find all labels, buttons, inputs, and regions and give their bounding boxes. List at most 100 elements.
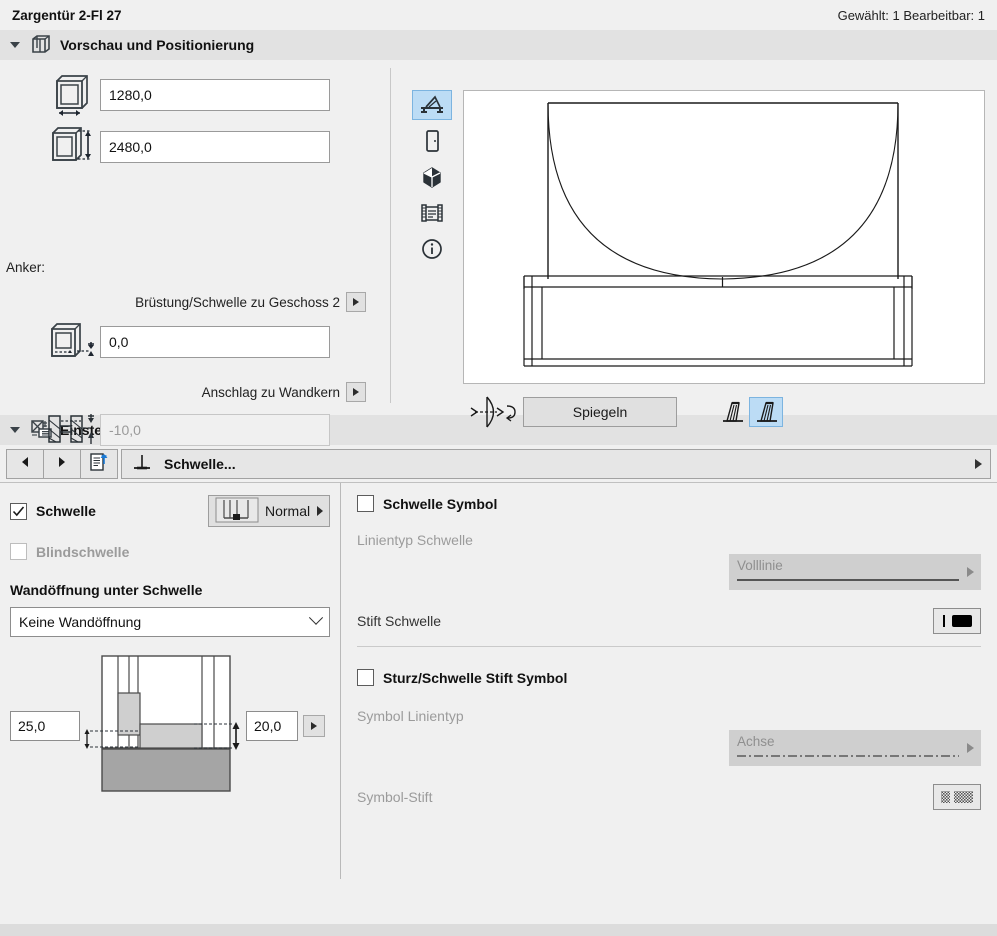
flip-horizontal-icon[interactable] bbox=[463, 394, 523, 430]
chevron-right-icon[interactable] bbox=[967, 743, 974, 753]
mirror-button-label: Spiegeln bbox=[572, 404, 628, 420]
symbol-line-type-label: Symbol Linientyp bbox=[357, 708, 464, 724]
sill-label: Brüstung/Schwelle zu Geschoss 2 bbox=[135, 294, 340, 310]
symbol-line-type-value: Achse bbox=[737, 734, 775, 749]
symbol-pen-swatch-button[interactable] bbox=[933, 784, 981, 810]
left-dimension-input[interactable]: 25,0 bbox=[10, 710, 80, 741]
line-type-label: Linientyp Schwelle bbox=[357, 532, 473, 548]
sill-value: 0,0 bbox=[109, 334, 129, 350]
prev-page-button[interactable] bbox=[6, 448, 44, 479]
wall-opening-value: Keine Wandöffnung bbox=[19, 614, 142, 630]
left-dimension-value: 25,0 bbox=[18, 717, 46, 734]
symbol-pen-checkbox-row[interactable]: Sturz/Schwelle Stift Symbol bbox=[357, 669, 981, 686]
arrow-right-icon bbox=[55, 455, 69, 472]
pen-swatch-button[interactable] bbox=[933, 608, 981, 634]
mirror-button[interactable]: Spiegeln bbox=[523, 397, 677, 427]
reveal-label: Anschlag zu Wandkern bbox=[201, 384, 340, 400]
wall-opening-title: Wandöffnung unter Schwelle bbox=[10, 582, 203, 598]
next-page-button[interactable] bbox=[43, 448, 81, 479]
selection-status: Gewählt: 1 Bearbeitbar: 1 bbox=[837, 7, 985, 23]
symbol-pen-label-title: Sturz/Schwelle Stift Symbol bbox=[383, 669, 568, 686]
anchor-label: Anker: bbox=[6, 260, 46, 275]
threshold-checkbox-row[interactable]: Schwelle bbox=[10, 502, 96, 520]
pen-label: Stift Schwelle bbox=[357, 613, 442, 629]
sill-options-button[interactable] bbox=[346, 292, 366, 312]
wall-opening-diagram bbox=[84, 653, 244, 798]
blind-threshold-checkbox-row[interactable]: Blindschwelle bbox=[10, 543, 330, 560]
door-height-input[interactable]: 2480,0 bbox=[100, 131, 330, 163]
wall-opening-select[interactable]: Keine Wandöffnung bbox=[10, 607, 330, 637]
threshold-symbol-pane: Schwelle Symbol Linientyp Schwelle Volll… bbox=[341, 483, 997, 879]
3d-view-icon[interactable] bbox=[412, 162, 452, 192]
threshold-icon bbox=[130, 452, 154, 475]
section-divider bbox=[357, 646, 981, 647]
threshold-options-pane: Schwelle Normal Blindschwelle Wandöffnun… bbox=[0, 483, 340, 879]
door-height-row: 2480,0 bbox=[44, 125, 330, 169]
line-type-select[interactable]: Volllinie bbox=[729, 554, 981, 590]
symbol-pen-checkbox[interactable] bbox=[357, 669, 374, 686]
threshold-label: Schwelle bbox=[36, 503, 96, 519]
settings-page-label: Schwelle... bbox=[164, 455, 236, 472]
preview-footer-toolbar: Spiegeln bbox=[463, 394, 985, 430]
threshold-checkbox[interactable] bbox=[10, 502, 27, 520]
arrow-right-icon[interactable] bbox=[975, 458, 982, 469]
preview-section-header[interactable]: Vorschau und Positionierung bbox=[0, 30, 997, 60]
right-dimension-options-button[interactable] bbox=[303, 714, 325, 737]
info-view-icon[interactable] bbox=[412, 234, 452, 264]
threshold-profile-icon bbox=[215, 497, 259, 526]
book-shelf-icon bbox=[30, 34, 52, 57]
threshold-symbol-checkbox-row[interactable]: Schwelle Symbol bbox=[357, 495, 981, 512]
page-title: Zargentür 2-Fl 27 bbox=[12, 7, 122, 23]
reveal-options-button[interactable] bbox=[346, 382, 366, 402]
threshold-type-label: Normal bbox=[265, 503, 311, 519]
door-width-icon bbox=[44, 73, 100, 117]
preview-section-title: Vorschau und Positionierung bbox=[60, 37, 255, 53]
blind-threshold-label: Blindschwelle bbox=[36, 543, 130, 560]
arrow-left-icon bbox=[18, 455, 32, 472]
settings-body: Schwelle Normal Blindschwelle Wandöffnun… bbox=[0, 483, 997, 879]
chevron-down-icon[interactable] bbox=[10, 427, 20, 433]
sill-input[interactable]: 0,0 bbox=[100, 326, 330, 358]
elevation-view-icon[interactable] bbox=[412, 90, 452, 120]
threshold-symbol-label: Schwelle Symbol bbox=[383, 495, 498, 512]
opening-side-right-icon[interactable] bbox=[749, 397, 783, 427]
sill-value-row: 0,0 bbox=[44, 320, 330, 364]
positioning-pane: 1280,0 2480,0 Anker: Brüstung/Schwelle z… bbox=[0, 60, 390, 476]
door-width-value: 1280,0 bbox=[109, 87, 152, 103]
symbol-pen-label: Symbol-Stift bbox=[357, 789, 433, 805]
opening-side-left-icon[interactable] bbox=[715, 397, 749, 427]
wall-opening-diagram-row: 25,0 20,0 bbox=[10, 653, 330, 798]
settings-page-selector[interactable]: Schwelle... bbox=[121, 448, 991, 479]
reveal-value-row: -10,0 bbox=[44, 410, 330, 450]
door-2d-view-icon[interactable] bbox=[412, 126, 452, 156]
document-export-icon bbox=[89, 452, 109, 475]
door-width-input[interactable]: 1280,0 bbox=[100, 79, 330, 111]
reveal-label-row: Anschlag zu Wandkern bbox=[40, 382, 366, 402]
right-dimension-input[interactable]: 20,0 bbox=[246, 710, 298, 741]
right-dimension-value: 20,0 bbox=[254, 717, 282, 734]
chevron-right-icon[interactable] bbox=[967, 567, 974, 577]
threshold-symbol-checkbox[interactable] bbox=[357, 495, 374, 512]
blind-threshold-checkbox[interactable] bbox=[10, 543, 27, 560]
sill-label-row: Brüstung/Schwelle zu Geschoss 2 bbox=[40, 292, 366, 312]
symbol-line-type-select[interactable]: Achse bbox=[729, 730, 981, 766]
reveal-input[interactable]: -10,0 bbox=[100, 414, 330, 446]
symbol-line-type-preview bbox=[737, 755, 959, 757]
threshold-type-button[interactable]: Normal bbox=[208, 495, 330, 527]
preview-view-toolbar bbox=[412, 90, 452, 264]
door-width-row: 1280,0 bbox=[44, 73, 330, 117]
door-preview-canvas[interactable] bbox=[463, 90, 985, 384]
section-view-icon[interactable] bbox=[412, 198, 452, 228]
window-title-bar: Zargentür 2-Fl 27 Gewählt: 1 Bearbeitbar… bbox=[0, 0, 997, 30]
sill-anchor-icon bbox=[44, 320, 100, 364]
chevron-down-icon[interactable] bbox=[308, 610, 324, 625]
settings-toolbar: Schwelle... bbox=[0, 445, 997, 483]
chevron-right-icon[interactable] bbox=[317, 506, 323, 516]
chevron-down-icon[interactable] bbox=[10, 42, 20, 48]
document-export-button[interactable] bbox=[80, 448, 118, 479]
reveal-value: -10,0 bbox=[109, 422, 141, 438]
line-type-value: Volllinie bbox=[737, 558, 783, 573]
door-height-icon bbox=[44, 125, 100, 169]
wall-core-anchor-icon bbox=[44, 410, 100, 450]
door-height-value: 2480,0 bbox=[109, 139, 152, 155]
